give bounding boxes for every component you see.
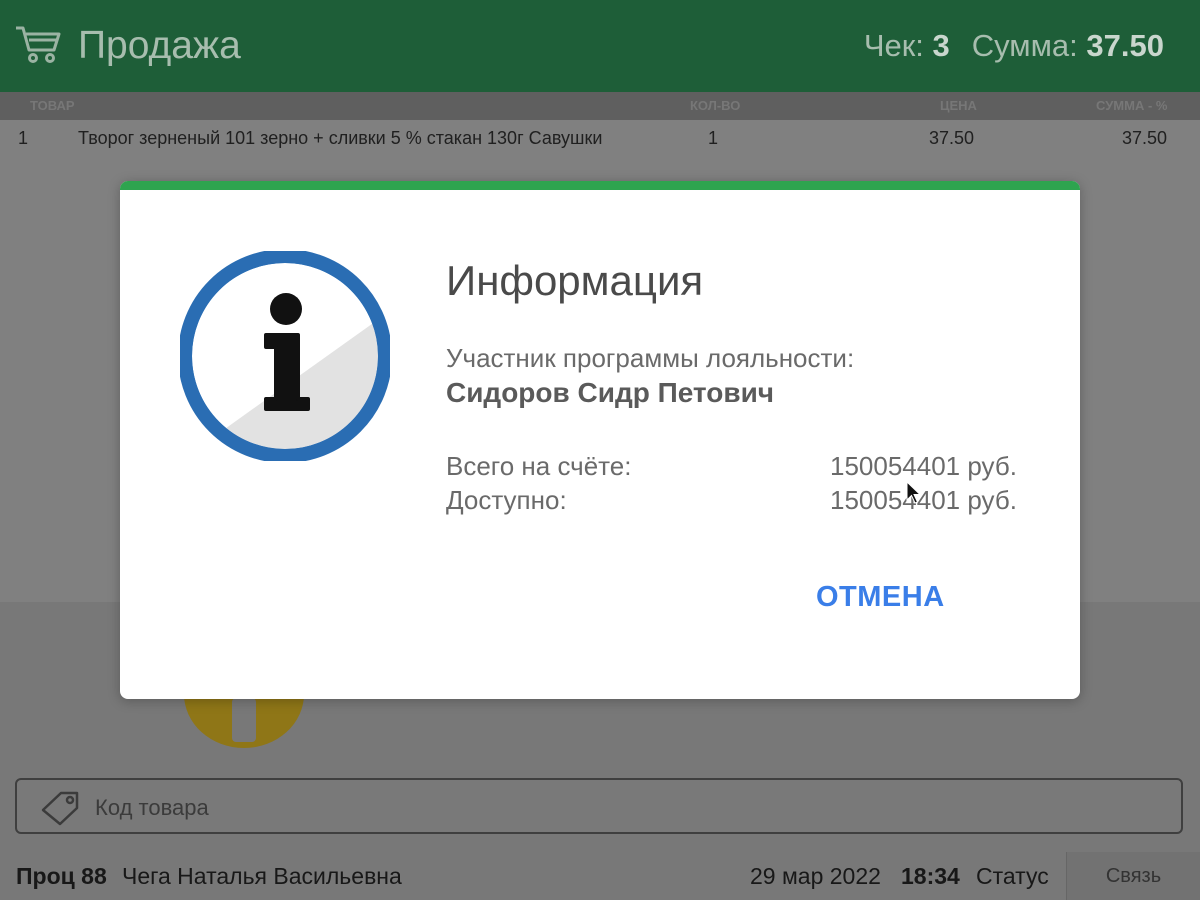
total-balance-label: Всего на счёте: <box>446 451 632 481</box>
loyalty-label: Участник программы лояльности: <box>446 343 855 373</box>
row-product-name: Творог зерненый 101 зерно + сливки 5 % с… <box>78 128 603 148</box>
cancel-button[interactable]: ОТМЕНА <box>810 571 946 623</box>
time-label: 18:34 <box>901 863 960 889</box>
receipt-summary: Чек: 3 Сумма: 37.50 <box>864 28 1164 64</box>
page-title: Продажа <box>78 24 241 67</box>
receipt-label: Чек: <box>863 28 924 63</box>
customer-name: Сидоров Сидр Петович <box>446 377 775 408</box>
column-header-product: ТОВАР <box>30 98 75 113</box>
dialog-title: Информация <box>446 257 704 304</box>
column-header-qty: КОЛ-ВО <box>690 98 741 113</box>
cashier-name: Чега Наталья Васильевна <box>122 863 402 889</box>
row-number: 1 <box>18 128 29 148</box>
available-balance-label: Доступно: <box>446 485 567 515</box>
status-bar: Проц 88 Чега Наталья Васильевна 29 мар 2… <box>0 852 1200 900</box>
sum-value: 37.50 <box>1086 28 1164 63</box>
mouse-cursor-icon <box>906 481 922 504</box>
column-header-price: ЦЕНА <box>940 98 977 113</box>
dialog-accent-bar <box>120 181 1080 190</box>
total-balance-value: 150054401 руб. <box>830 451 1017 481</box>
row-qty: 1 <box>708 128 719 148</box>
status-label[interactable]: Статус <box>976 863 1049 890</box>
cart-icon <box>16 26 61 63</box>
product-code-input[interactable] <box>93 792 1157 824</box>
tag-icon <box>41 791 79 826</box>
table-header: ТОВАР КОЛ-ВО ЦЕНА СУММА - % <box>0 92 1200 120</box>
receipt-number: 3 <box>932 28 950 63</box>
available-balance-value: 150054401 руб. <box>830 485 1017 515</box>
column-header-sum: СУММА - % <box>1096 98 1168 113</box>
info-dialog: Информация Участник программы лояльности… <box>120 181 1080 699</box>
header: Продажа Чек: 3 Сумма: 37.50 <box>0 0 1200 92</box>
product-code-field[interactable] <box>15 778 1183 834</box>
table-row[interactable]: 1 Творог зерненый 101 зерно + сливки 5 %… <box>0 120 1200 158</box>
connection-button[interactable]: Связь <box>1066 852 1200 900</box>
sum-label: Сумма: <box>971 28 1078 63</box>
processor-label: Проц 88 <box>16 863 107 889</box>
row-sum: 37.50 <box>1122 128 1168 148</box>
row-price: 37.50 <box>929 128 975 148</box>
info-icon <box>180 251 390 461</box>
date-label: 29 мар 2022 <box>750 863 881 889</box>
